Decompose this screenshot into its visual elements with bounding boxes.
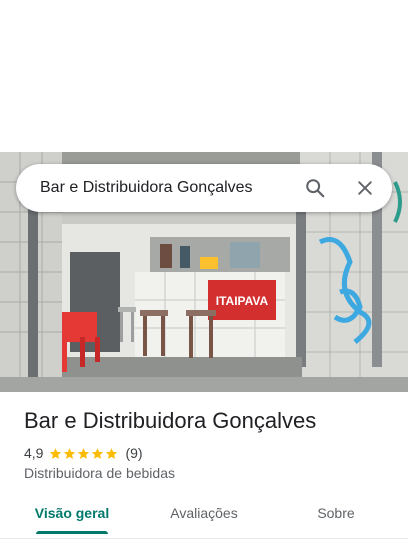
rating-stars <box>49 447 119 460</box>
rating-value: 4,9 <box>24 445 44 461</box>
search-input[interactable]: Bar e Distribuidora Gonçalves <box>40 179 302 197</box>
star-icon <box>50 447 62 459</box>
search-icon[interactable] <box>302 175 328 201</box>
place-category: Distribuidora de bebidas <box>24 465 175 481</box>
close-icon[interactable] <box>352 175 378 201</box>
star-icon <box>92 447 104 459</box>
tab-reviews[interactable]: Avaliações <box>154 490 254 538</box>
map-area-blank <box>0 0 408 152</box>
place-title: Bar e Distribuidora Gonçalves <box>24 408 317 433</box>
active-tab-indicator <box>36 531 108 534</box>
star-icon <box>64 447 76 459</box>
search-bar[interactable]: Bar e Distribuidora Gonçalves <box>16 164 392 212</box>
star-icon <box>106 447 118 459</box>
review-count[interactable]: (9) <box>125 445 142 461</box>
star-icon <box>78 447 90 459</box>
rating-row[interactable]: 4,9 (9) <box>24 444 143 462</box>
tab-about[interactable]: Sobre <box>296 490 376 538</box>
itaipava-sign-text: ITAIPAVA <box>216 294 269 308</box>
